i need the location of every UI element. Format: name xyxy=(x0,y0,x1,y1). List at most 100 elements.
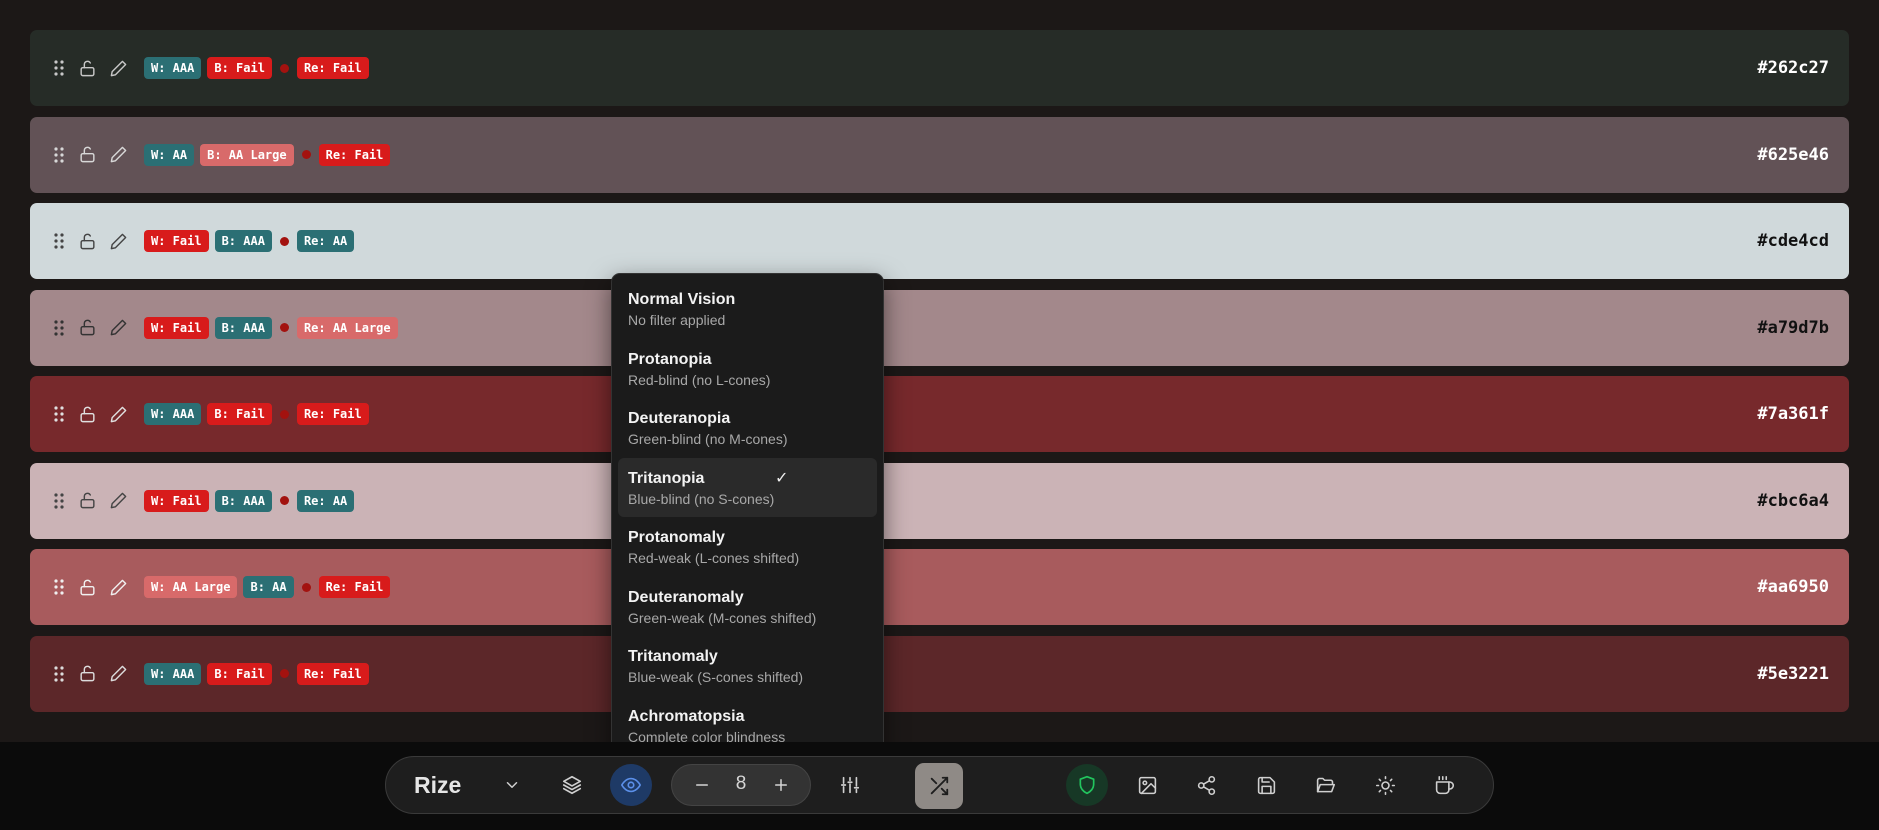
contrast-badges: W: AA B: AA Large Re: Fail xyxy=(144,143,391,166)
layers-button[interactable] xyxy=(551,764,593,806)
drag-handle-icon[interactable] xyxy=(52,232,66,250)
color-swatch[interactable]: W: Fail B: AAA Re: AA #cde4cd xyxy=(30,203,1849,279)
drag-handle-icon[interactable] xyxy=(52,665,66,683)
black-contrast-badge: B: Fail xyxy=(207,662,272,685)
vision-simulation-menu: Normal Vision No filter applied Protanopia… xyxy=(611,273,884,760)
edit-pencil-icon[interactable] xyxy=(109,318,128,337)
vision-option[interactable]: Tritanopia Blue-blind (no S-cones) ✓ xyxy=(618,457,877,517)
hex-value[interactable]: #cbc6a4 xyxy=(1757,491,1829,511)
status-dot xyxy=(301,150,311,159)
edit-pencil-icon[interactable] xyxy=(109,232,128,251)
unlock-icon[interactable] xyxy=(78,405,97,424)
decrease-count-button[interactable] xyxy=(681,764,723,806)
edit-pencil-icon[interactable] xyxy=(109,59,128,78)
checkmark-icon: ✓ xyxy=(775,469,789,487)
color-swatch[interactable]: W: AAA B: Fail Re: Fail #262c27 xyxy=(30,30,1849,106)
contrast-badges: W: AAA B: Fail Re: Fail xyxy=(144,403,369,425)
white-contrast-badge: W: AAA xyxy=(144,662,202,685)
sliders-icon xyxy=(840,776,860,794)
white-contrast-badge: W: AA xyxy=(144,143,195,166)
hex-value[interactable]: #262c27 xyxy=(1757,58,1829,78)
status-dot xyxy=(279,496,289,505)
palette-menu-button[interactable] xyxy=(491,764,533,806)
vision-option[interactable]: Deuteranomaly Green-weak (M-cones shifted… xyxy=(618,577,877,637)
hex-value[interactable]: #cde4cd xyxy=(1757,231,1829,251)
unlock-icon[interactable] xyxy=(78,232,97,251)
reference-contrast-badge: Re: AA Large xyxy=(296,316,398,339)
increase-count-button[interactable] xyxy=(760,764,802,806)
black-contrast-badge: B: AAA xyxy=(214,316,272,339)
adjustments-button[interactable] xyxy=(829,764,871,806)
vision-option-name: Deuteranopia xyxy=(628,410,731,427)
vision-option[interactable]: Normal Vision No filter applied xyxy=(618,279,877,339)
reference-contrast-badge: Re: Fail xyxy=(318,576,391,598)
color-swatch[interactable]: W: AA Large B: AA Re: Fail #aa6950 xyxy=(30,549,1849,625)
vision-option[interactable]: Deuteranopia Green-blind (no M-cones) xyxy=(618,398,877,458)
hex-value[interactable]: #625e46 xyxy=(1757,145,1829,165)
vision-option-name: Protanopia xyxy=(628,350,712,368)
vision-option-description: No filter applied xyxy=(628,312,726,328)
color-swatch[interactable]: W: AAA B: Fail Re: Fail #5e3221 xyxy=(30,635,1849,712)
hex-value[interactable]: #a79d7b xyxy=(1757,318,1829,338)
vision-option[interactable]: Protanomaly Red-weak (L-cones shifted) xyxy=(618,517,877,577)
drag-handle-icon[interactable] xyxy=(52,405,66,423)
reference-contrast-badge: Re: Fail xyxy=(296,403,369,425)
swatch-tools xyxy=(52,491,128,510)
unlock-icon[interactable] xyxy=(78,145,97,164)
white-contrast-badge: W: AAA xyxy=(144,57,202,79)
unlock-icon[interactable] xyxy=(78,578,97,597)
share-icon xyxy=(1197,775,1215,795)
vision-option-name: Tritanomaly xyxy=(628,648,718,665)
drag-handle-icon[interactable] xyxy=(52,59,66,77)
vision-option-name: Protanomaly xyxy=(628,529,725,546)
swatch-tools xyxy=(52,578,128,597)
edit-pencil-icon[interactable] xyxy=(109,145,128,164)
hex-value[interactable]: #5e3221 xyxy=(1757,664,1829,684)
color-swatch[interactable]: W: Fail B: AAA Re: AA #cbc6a4 xyxy=(30,462,1849,539)
contrast-check-button[interactable] xyxy=(1066,764,1108,806)
swatch-tools xyxy=(52,405,128,424)
color-swatch[interactable]: W: AAA B: Fail Re: Fail #7a361f xyxy=(30,376,1849,452)
unlock-icon[interactable] xyxy=(78,664,97,683)
swatch-tools xyxy=(52,232,128,251)
shuffle-colors-button[interactable] xyxy=(915,763,963,809)
vision-option[interactable]: Protanopia Red-blind (no L-cones) xyxy=(618,339,877,399)
palette-name[interactable]: Rize xyxy=(414,770,461,800)
eye-icon xyxy=(621,777,641,793)
share-button[interactable] xyxy=(1185,764,1227,806)
contrast-badges: W: AAA B: Fail Re: Fail xyxy=(144,57,369,79)
drag-handle-icon[interactable] xyxy=(52,492,66,510)
save-button[interactable] xyxy=(1245,764,1287,806)
image-button[interactable] xyxy=(1126,764,1168,806)
white-contrast-badge: W: AA Large xyxy=(144,576,238,598)
unlock-icon[interactable] xyxy=(78,59,97,78)
black-contrast-badge: B: AAA xyxy=(214,489,272,512)
unlock-icon[interactable] xyxy=(78,491,97,510)
vision-filter-button[interactable] xyxy=(610,764,652,806)
vision-option-name: Tritanopia xyxy=(628,469,705,487)
edit-pencil-icon[interactable] xyxy=(109,405,128,424)
sun-icon xyxy=(1375,775,1395,795)
color-swatch[interactable]: W: AA B: AA Large Re: Fail #625e46 xyxy=(30,116,1849,193)
theme-toggle-button[interactable] xyxy=(1364,764,1406,806)
image-icon xyxy=(1138,776,1156,794)
reference-contrast-badge: Re: AA xyxy=(296,230,355,252)
edit-pencil-icon[interactable] xyxy=(109,578,128,597)
color-swatch[interactable]: W: Fail B: AAA Re: AA Large #a79d7b xyxy=(30,289,1849,366)
edit-pencil-icon[interactable] xyxy=(109,491,128,510)
support-button[interactable] xyxy=(1423,764,1465,806)
drag-handle-icon[interactable] xyxy=(52,578,66,596)
drag-handle-icon[interactable] xyxy=(52,319,66,337)
status-dot xyxy=(279,323,289,332)
hex-value[interactable]: #7a361f xyxy=(1757,404,1829,424)
vision-option-name: Achromatopsia xyxy=(628,707,745,725)
vision-option-name: Normal Vision xyxy=(628,291,736,308)
contrast-badges: W: AA Large B: AA Re: Fail xyxy=(144,576,391,598)
reference-contrast-badge: Re: Fail xyxy=(296,662,369,685)
edit-pencil-icon[interactable] xyxy=(109,664,128,683)
open-button[interactable] xyxy=(1304,764,1346,806)
drag-handle-icon[interactable] xyxy=(52,146,66,164)
hex-value[interactable]: #aa6950 xyxy=(1757,577,1829,597)
vision-option[interactable]: Tritanomaly Blue-weak (S-cones shifted) xyxy=(618,636,877,696)
unlock-icon[interactable] xyxy=(78,318,97,337)
